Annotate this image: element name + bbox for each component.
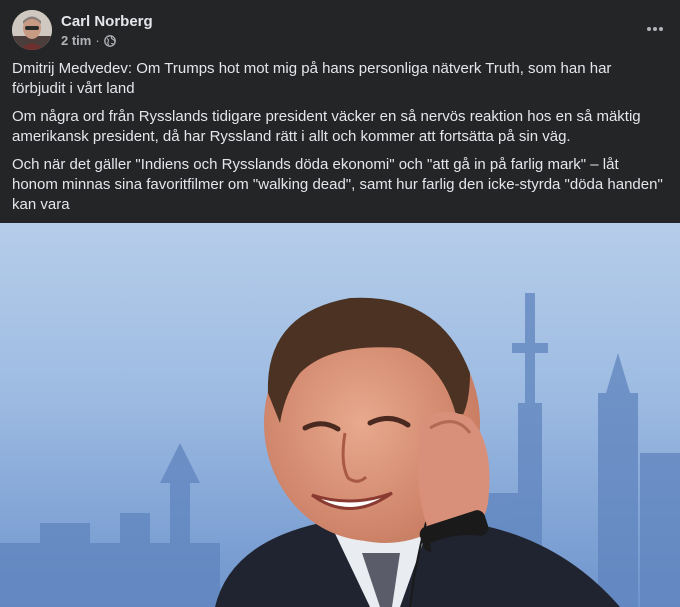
post-paragraph-1: Dmitrij Medvedev: Om Trumps hot mot mig … — [12, 60, 612, 97]
author-name[interactable]: Carl Norberg — [61, 13, 153, 30]
globe-icon[interactable] — [103, 34, 116, 47]
post-paragraph-2: Om några ord från Rysslands tidigare pre… — [12, 108, 641, 145]
more-horizontal-icon — [647, 27, 663, 31]
post-timestamp[interactable]: 2 tim — [61, 33, 91, 48]
meta-separator: · — [95, 33, 100, 48]
post-paragraph-3: Och när det gäller "Indiens och Ryssland… — [12, 156, 663, 213]
post-meta: 2 tim · — [61, 33, 116, 48]
facebook-post: Carl Norberg 2 tim · Dmitrij Medvedev: O — [0, 0, 680, 607]
post-photo[interactable] — [0, 223, 680, 607]
avatar[interactable] — [12, 10, 52, 50]
more-options-button[interactable] — [642, 16, 668, 42]
post-header: Carl Norberg 2 tim · — [12, 10, 668, 52]
post-text: Dmitrij Medvedev: Om Trumps hot mot mig … — [12, 59, 668, 223]
